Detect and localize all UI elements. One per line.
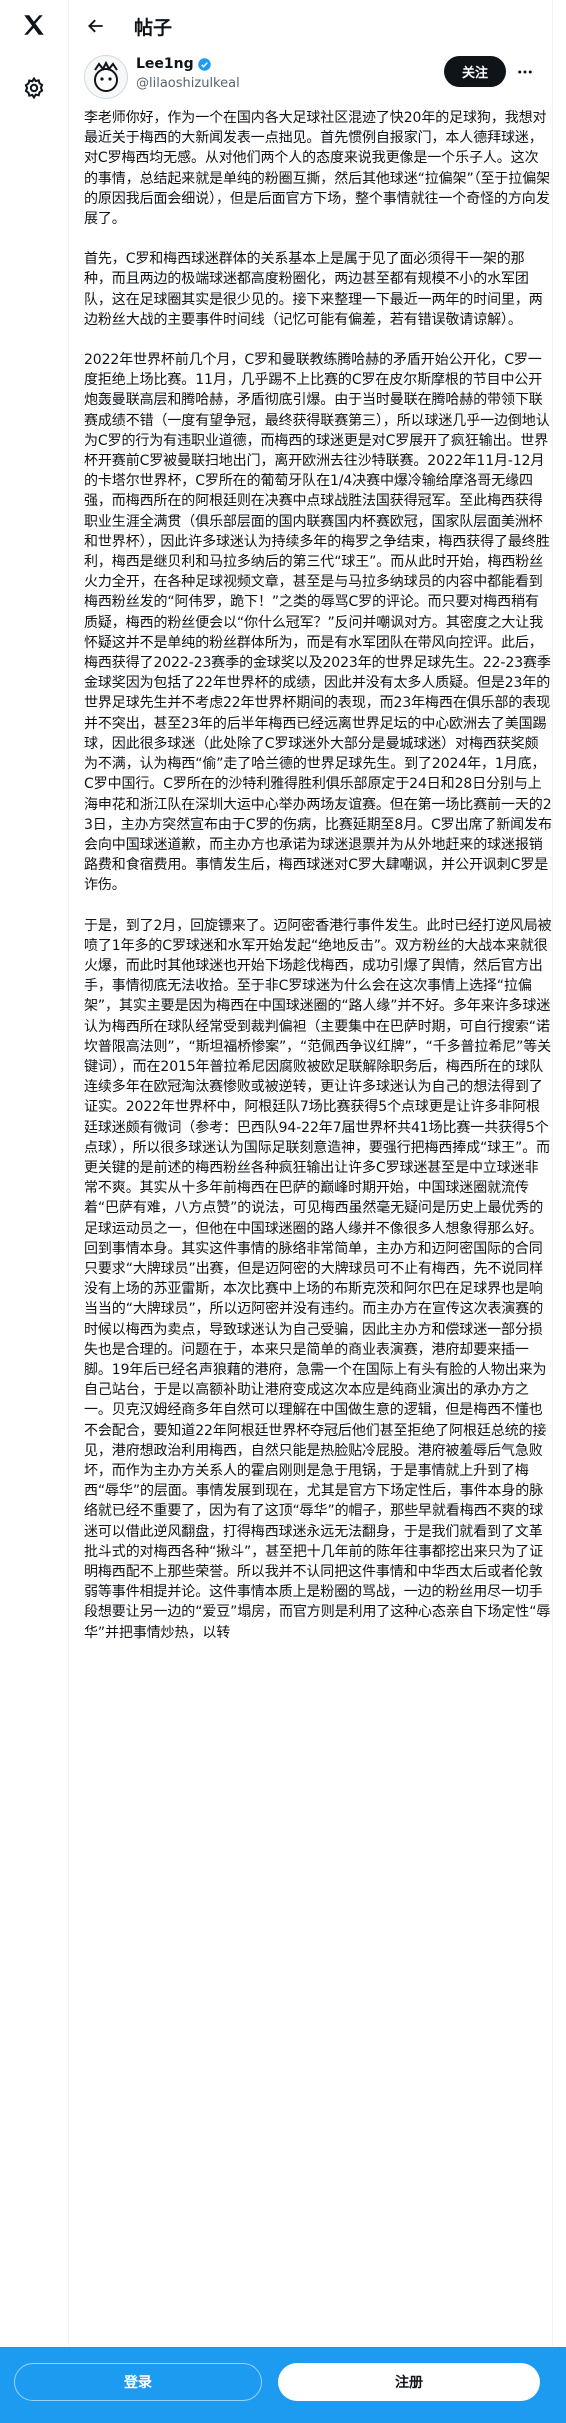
left-rail — [0, 0, 69, 2423]
post-paragraph: 首先，C罗和梅西球迷群体的关系基本上是属于见了面必须得干一架的那种，而且两边的极… — [84, 251, 543, 328]
gear-icon[interactable] — [17, 71, 51, 105]
post-text: 李老师你好，作为一个在国内各大足球社区混迹了快20年的足球狗，我想对最近关于梅西… — [84, 108, 552, 1663]
x-logo-icon[interactable] — [17, 8, 51, 42]
post-column: 帖子 Lee1ng @lilaoshizulkeal 关注 李老师你好，作为一个… — [68, 0, 553, 2423]
author-row: Lee1ng @lilaoshizulkeal 关注 — [68, 52, 552, 104]
signup-button[interactable]: 注册 — [278, 2363, 540, 2401]
author-name[interactable]: Lee1ng — [136, 56, 194, 72]
author-name-row[interactable]: Lee1ng — [136, 56, 212, 72]
author-handle[interactable]: @lilaoshizulkeal — [136, 76, 240, 91]
verified-badge-icon — [197, 57, 211, 71]
post-paragraph: 2022年世界杯前几个月，C罗和曼联教练腾哈赫的矛盾开始公开化，C罗一度拒绝上场… — [84, 352, 552, 894]
post-paragraph: 于是，到了2月，回旋镖来了。迈阿密香港行事件发生。此时已经打逆风局被喷了1年多的… — [84, 917, 552, 1641]
post-paragraph: 李老师你好，作为一个在国内各大足球社区混迹了快20年的足球狗，我想对最近关于梅西… — [84, 110, 551, 228]
login-button[interactable]: 登录 — [14, 2363, 262, 2401]
page-title: 帖子 — [134, 16, 173, 39]
arrow-left-icon[interactable] — [70, 0, 122, 52]
more-icon[interactable] — [509, 56, 541, 88]
follow-button[interactable]: 关注 — [444, 56, 506, 87]
avatar[interactable] — [84, 55, 128, 99]
top-bar: 帖子 — [68, 0, 552, 52]
